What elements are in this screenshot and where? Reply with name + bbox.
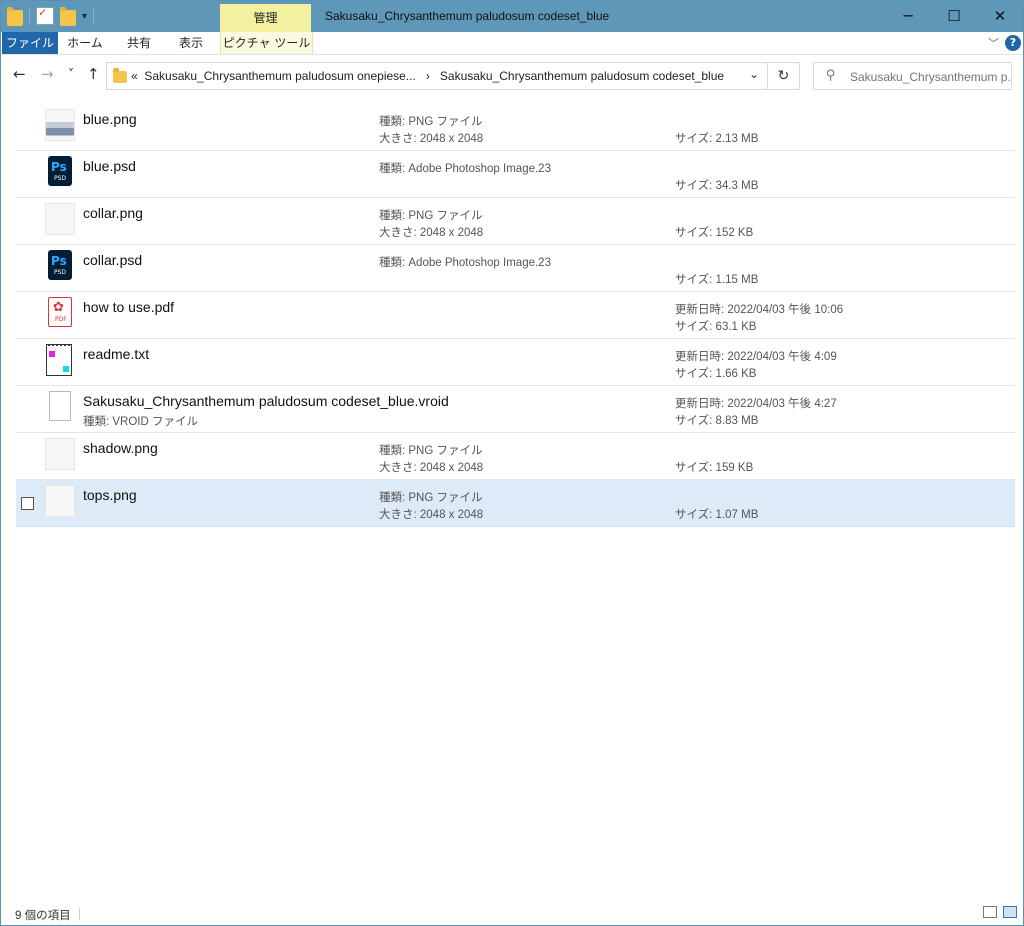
quick-access-toolbar: ▾ <box>7 6 95 26</box>
title-bar[interactable]: ▾ 管理 Sakusaku_Chrysanthemum paludosum co… <box>1 1 1023 32</box>
file-name[interactable]: blue.psd <box>83 158 136 174</box>
file-size: サイズ: 1.07 MB <box>675 509 759 521</box>
toolbar-divider <box>29 8 30 24</box>
breadcrumb-parent[interactable]: Sakusaku_Chrysanthemum paludosum onepies… <box>144 69 416 83</box>
png-thumbnail-icon <box>45 485 75 517</box>
address-bar[interactable]: « Sakusaku_Chrysanthemum paludosum onepi… <box>106 62 768 90</box>
file-name[interactable]: blue.png <box>83 111 137 127</box>
manage-context-tab[interactable]: 管理 <box>220 4 311 32</box>
breadcrumb-overflow[interactable]: « <box>131 69 138 83</box>
folder-icon[interactable] <box>7 7 23 26</box>
properties-icon[interactable] <box>36 6 54 25</box>
search-box[interactable]: ⚲ <box>813 62 1012 90</box>
address-dropdown-icon[interactable]: ⌄ <box>749 67 759 81</box>
file-row[interactable]: collar.png 種類: PNG ファイル 大きさ: 2048 x 2048… <box>16 198 1015 245</box>
window-title: Sakusaku_Chrysanthemum paludosum codeset… <box>325 9 610 23</box>
breadcrumb-separator-icon[interactable]: › <box>426 69 430 83</box>
breadcrumb-current[interactable]: Sakusaku_Chrysanthemum paludosum codeset… <box>440 69 724 83</box>
ribbon-tabs: ファイル ホーム 共有 表示 ピクチャ ツール ﹀ ? <box>1 32 1023 55</box>
folder-icon <box>113 68 127 83</box>
search-input[interactable] <box>848 67 1012 87</box>
file-name[interactable]: collar.psd <box>83 252 142 268</box>
item-count: 9 個の項目 <box>15 910 71 922</box>
file-type: 種類: PNG ファイル <box>379 210 483 222</box>
up-arrow-icon[interactable]: ↑ <box>87 65 100 83</box>
file-row[interactable]: ✿ PDF how to use.pdf 更新日時: 2022/04/03 午後 … <box>16 292 1015 339</box>
new-folder-icon[interactable] <box>60 7 76 26</box>
png-thumbnail-icon <box>45 203 75 235</box>
search-icon: ⚲ <box>826 68 836 83</box>
forward-arrow-icon[interactable]: → <box>41 65 54 83</box>
file-size: サイズ: 159 KB <box>675 462 754 474</box>
generic-file-icon <box>49 391 71 421</box>
file-name[interactable]: how to use.pdf <box>83 299 174 315</box>
help-icon[interactable]: ? <box>1005 35 1021 51</box>
photoshop-icon: Ps PSD <box>48 250 72 280</box>
file-size: サイズ: 152 KB <box>675 227 754 239</box>
tab-home[interactable]: ホーム <box>63 32 107 54</box>
file-size: サイズ: 63.1 KB <box>675 321 757 333</box>
file-size: サイズ: 1.66 KB <box>675 368 757 380</box>
file-dimensions: 大きさ: 2048 x 2048 <box>379 133 484 145</box>
photoshop-icon: Ps PSD <box>48 156 72 186</box>
file-row[interactable]: Ps PSD blue.psd 種類: Adobe Photoshop Image… <box>16 151 1015 198</box>
file-row[interactable]: tops.png 種類: PNG ファイル 大きさ: 2048 x 2048 サ… <box>16 480 1015 527</box>
navigation-bar: ← → ˅ ↑ « Sakusaku_Chrysanthemum paludos… <box>1 55 1023 97</box>
file-type: 種類: PNG ファイル <box>379 445 483 457</box>
file-row[interactable]: shadow.png 種類: PNG ファイル 大きさ: 2048 x 2048… <box>16 433 1015 480</box>
file-dimensions: 大きさ: 2048 x 2048 <box>379 462 484 474</box>
text-file-icon <box>46 344 72 376</box>
explorer-window: ▾ 管理 Sakusaku_Chrysanthemum paludosum co… <box>0 0 1024 926</box>
status-bar: 9 個の項目 <box>1 903 1023 925</box>
file-dimensions: 大きさ: 2048 x 2048 <box>379 509 484 521</box>
expand-ribbon-icon[interactable]: ﹀ <box>988 35 999 51</box>
toolbar-divider <box>93 8 95 24</box>
tab-view[interactable]: 表示 <box>169 32 213 54</box>
caption-buttons: ─ ☐ ✕ <box>885 1 1023 32</box>
file-name[interactable]: readme.txt <box>83 346 149 362</box>
file-type: 種類: Adobe Photoshop Image.23 <box>379 257 551 269</box>
file-size: サイズ: 34.3 MB <box>675 180 759 192</box>
file-type: 種類: Adobe Photoshop Image.23 <box>379 163 551 175</box>
png-thumbnail-icon <box>45 438 75 470</box>
refresh-button[interactable]: ↻ <box>768 62 800 90</box>
row-checkbox[interactable] <box>21 497 34 510</box>
file-modified-date: 更新日時: 2022/04/03 午後 4:09 <box>675 351 837 363</box>
recent-locations-icon[interactable]: ˅ <box>68 67 74 81</box>
details-view-icon[interactable] <box>983 906 997 918</box>
file-list: blue.png 種類: PNG ファイル 大きさ: 2048 x 2048 サ… <box>16 104 1015 527</box>
file-name[interactable]: tops.png <box>83 487 137 503</box>
tab-file[interactable]: ファイル <box>2 32 58 54</box>
png-thumbnail-icon <box>45 109 75 141</box>
file-size: サイズ: 1.15 MB <box>675 274 759 286</box>
file-modified-date: 更新日時: 2022/04/03 午後 4:27 <box>675 398 837 410</box>
file-name[interactable]: shadow.png <box>83 440 158 456</box>
file-size: サイズ: 8.83 MB <box>675 415 759 427</box>
file-type: 種類: PNG ファイル <box>379 492 483 504</box>
file-type: 種類: VROID ファイル <box>83 416 199 428</box>
ribbon-controls: ﹀ ? <box>988 35 1021 51</box>
close-button[interactable]: ✕ <box>977 1 1023 32</box>
file-name[interactable]: collar.png <box>83 205 143 221</box>
minimize-button[interactable]: ─ <box>885 1 931 32</box>
file-size: サイズ: 2.13 MB <box>675 133 759 145</box>
file-row[interactable]: Sakusaku_Chrysanthemum paludosum codeset… <box>16 386 1015 433</box>
maximize-button[interactable]: ☐ <box>931 1 977 32</box>
file-type: 種類: PNG ファイル <box>379 116 483 128</box>
pdf-icon: ✿ PDF <box>48 297 72 327</box>
view-switcher <box>983 906 1017 918</box>
file-dimensions: 大きさ: 2048 x 2048 <box>379 227 484 239</box>
tab-picture-tools[interactable]: ピクチャ ツール <box>220 32 313 54</box>
customize-toolbar-icon[interactable]: ▾ <box>82 11 87 22</box>
large-icons-view-icon[interactable] <box>1003 906 1017 918</box>
file-modified-date: 更新日時: 2022/04/03 午後 10:06 <box>675 304 844 316</box>
file-name[interactable]: Sakusaku_Chrysanthemum paludosum codeset… <box>83 393 449 409</box>
status-divider <box>79 908 80 920</box>
file-row[interactable]: readme.txt 更新日時: 2022/04/03 午後 4:09 サイズ:… <box>16 339 1015 386</box>
breadcrumb: « Sakusaku_Chrysanthemum paludosum onepi… <box>131 63 724 89</box>
file-row[interactable]: Ps PSD collar.psd 種類: Adobe Photoshop Ima… <box>16 245 1015 292</box>
back-arrow-icon[interactable]: ← <box>13 65 26 83</box>
file-row[interactable]: blue.png 種類: PNG ファイル 大きさ: 2048 x 2048 サ… <box>16 104 1015 151</box>
tab-share[interactable]: 共有 <box>117 32 161 54</box>
